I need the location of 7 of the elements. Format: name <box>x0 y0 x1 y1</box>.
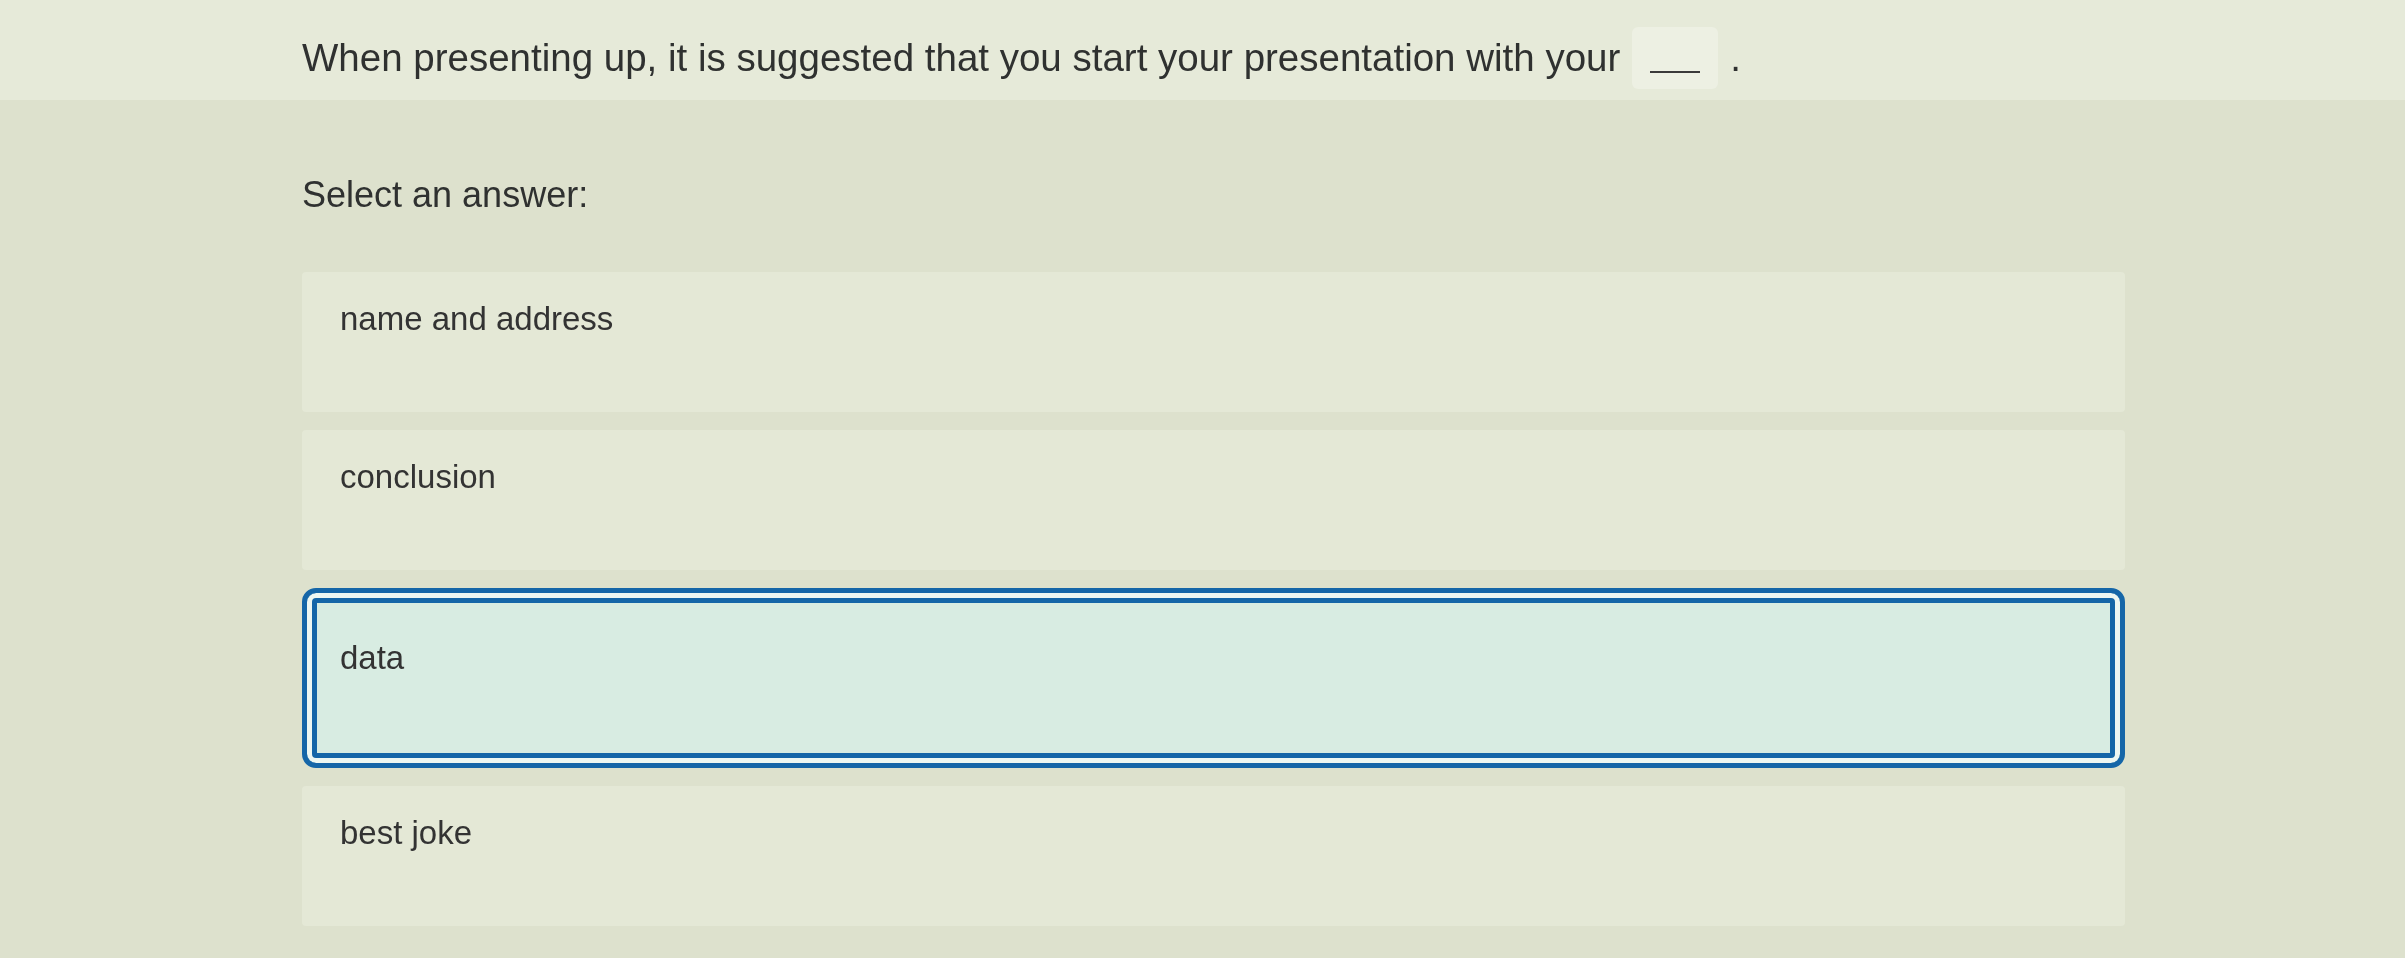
answer-option[interactable]: best joke <box>302 786 2125 926</box>
question-text: When presenting up, it is suggested that you start your presentation with your <box>302 36 1621 80</box>
prompt-text: Select an answer: <box>302 174 589 215</box>
answer-option[interactable]: conclusion <box>302 430 2125 570</box>
answer-option[interactable]: name and address <box>302 272 2125 412</box>
punctuation-text: . <box>1730 36 1741 80</box>
answer-option[interactable]: data <box>302 588 2125 768</box>
